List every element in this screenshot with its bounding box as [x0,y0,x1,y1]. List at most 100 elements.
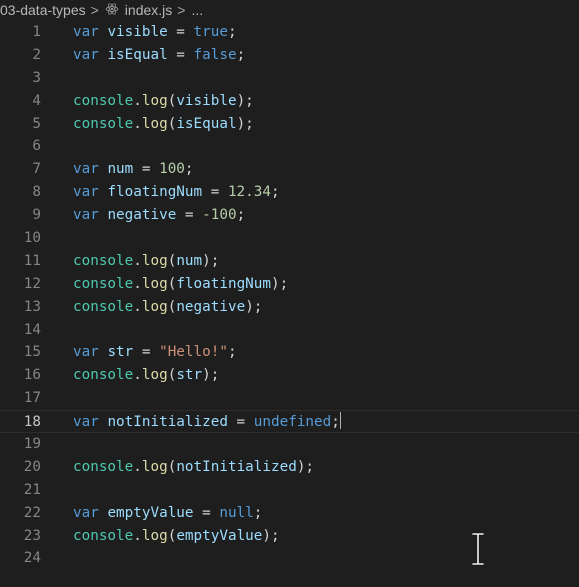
code-text: var visible = true; [73,21,237,44]
line-number: 14 [23,321,41,338]
line-number: 13 [23,298,41,315]
line-number: 17 [23,390,41,407]
code-token: ); [245,298,263,315]
code-line[interactable]: 13 console.log(negative); [0,296,579,319]
code-token: notInitialized [176,458,297,475]
code-token: visible [176,92,237,109]
code-token: = [227,414,254,431]
code-text: var floatingNum = 12.34; [73,181,280,204]
code-line[interactable]: 17 [0,387,579,410]
code-line[interactable]: 12 console.log(floatingNum); [0,273,579,296]
code-token: = [167,24,194,40]
code-token: log [141,458,168,475]
code-line[interactable]: 7 var num = 100; [0,158,579,181]
code-token: = [202,184,228,201]
code-line[interactable]: 9 var negative = -100; [0,204,579,227]
code-line[interactable]: 14 [0,319,579,342]
code-line[interactable]: 5 console.log(isEqual); [0,113,579,136]
code-line[interactable]: 2 var isEqual = false; [0,44,579,67]
code-token: console [73,115,134,132]
code-token: emptyValue [107,504,194,521]
code-line[interactable]: 15 var str = "Hello!"; [0,341,579,364]
code-token: ; [236,207,246,224]
line-number: 1 [32,24,41,40]
code-text: console.log(negative); [73,296,262,319]
code-token: "Hello!" [159,344,228,361]
breadcrumb-folder[interactable]: 03-data-types [0,2,86,18]
code-token: null [219,504,254,521]
code-token: floatingNum [176,275,271,292]
code-token: ); [202,252,220,269]
line-number: 4 [32,92,41,109]
code-token: . [133,298,142,315]
code-token: -100 [202,207,237,224]
line-number: 16 [23,367,41,384]
code-token: . [133,458,142,475]
code-text: var negative = -100; [73,204,245,227]
code-token: num [176,252,203,269]
code-token: str [176,367,203,384]
code-line[interactable]: 8 var floatingNum = 12.34; [0,181,579,204]
code-token: ); [236,92,254,109]
code-line[interactable]: 19 [0,433,579,456]
code-token: log [141,527,168,544]
code-token: var [73,504,99,521]
code-token: ); [236,115,254,132]
code-token: console [73,367,134,384]
line-number: 5 [32,115,41,132]
text-cursor-icon [471,532,485,566]
code-token: negative [107,207,177,224]
react-icon [105,3,119,15]
code-line[interactable]: 11 console.log(num); [0,250,579,273]
code-token: var [73,161,99,178]
line-number: 18 [23,414,41,431]
code-token: log [141,367,168,384]
code-token: = [133,344,160,361]
code-text: console.log(isEqual); [73,113,254,136]
code-line[interactable]: 21 [0,479,579,502]
code-token: ; [271,184,280,201]
breadcrumb-separator: > [177,2,186,18]
code-line[interactable]: 4 console.log(visible); [0,90,579,113]
code-token: ); [202,367,220,384]
line-number: 9 [32,207,41,224]
code-token: num [107,161,134,178]
code-editor[interactable]: 1 var visible = true; 2 var isEqual = false… [0,21,579,570]
code-token: var [73,414,99,431]
code-token: log [141,92,168,109]
code-line[interactable]: 16 console.log(str); [0,364,579,387]
line-number: 10 [23,230,41,247]
code-text: console.log(num); [73,250,219,273]
code-line[interactable]: 3 [0,67,579,90]
code-line[interactable]: 10 [0,227,579,250]
code-token: ; [227,24,237,40]
code-token: log [141,252,168,269]
code-token: . [133,252,142,269]
line-number: 3 [32,69,41,86]
code-token: floatingNum [107,184,203,201]
code-token: false [193,46,237,63]
code-line[interactable]: 24 [0,547,579,570]
code-token: = [193,504,220,521]
code-line[interactable]: 1 var visible = true; [0,21,579,44]
code-token: visible [107,24,168,40]
code-token: ; [236,46,246,63]
code-line[interactable]: 6 [0,135,579,158]
code-line[interactable]: 20 console.log(notInitialized); [0,456,579,479]
breadcrumb-symbols[interactable]: ... [191,2,203,18]
code-token: console [73,458,134,475]
code-line[interactable]: 22 var emptyValue = null; [0,502,579,525]
code-text: var notInitialized = undefined; [73,411,341,434]
line-number: 2 [32,46,41,63]
line-number: 21 [23,481,41,498]
code-line[interactable]: 23 console.log(emptyValue); [0,525,579,548]
line-number: 19 [23,436,41,453]
line-number: 20 [23,458,41,475]
breadcrumb-file[interactable]: index.js [125,2,172,18]
text-caret [339,412,341,430]
code-token: 100 [159,161,185,178]
code-line[interactable]: 18 var notInitialized = undefined; [0,410,579,434]
code-token: ; [227,344,237,361]
code-token: log [141,298,168,315]
code-token: = [133,161,160,178]
